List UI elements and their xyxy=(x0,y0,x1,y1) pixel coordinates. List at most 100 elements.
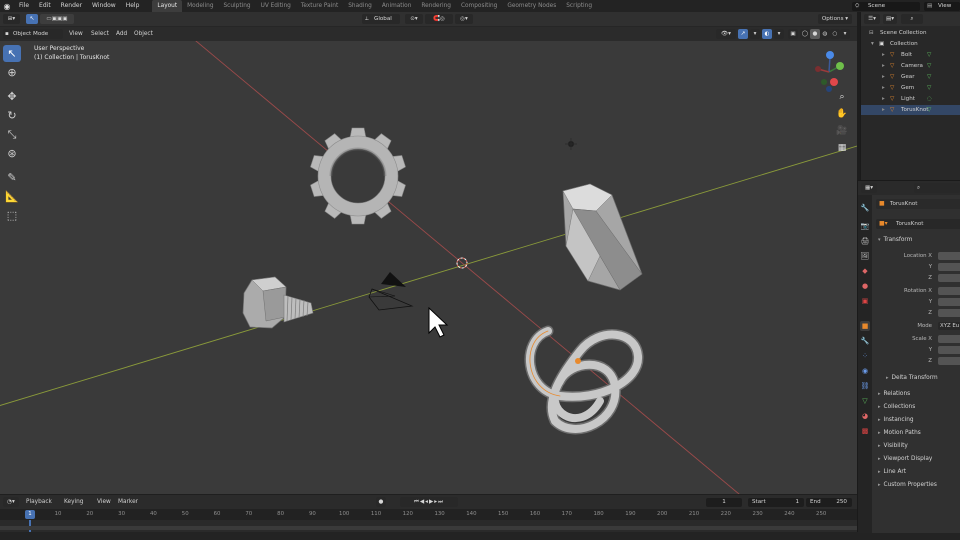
tab-modeling[interactable]: Modeling xyxy=(182,0,218,12)
menu-window[interactable]: Window xyxy=(87,0,121,12)
scale-z-field[interactable] xyxy=(938,357,960,365)
outliner-object-row[interactable]: ▸ ▽ TorusKnot ▽ xyxy=(861,105,960,115)
start-frame-field[interactable]: Start 1 xyxy=(748,498,804,507)
end-frame-field[interactable]: End 250 xyxy=(806,498,852,507)
transform-orientation-dropdown[interactable]: ⟂ Global xyxy=(362,14,400,24)
object-datablock-field[interactable]: ■▾ TorusKnot xyxy=(876,219,960,229)
texture-tab-icon[interactable]: ▩ xyxy=(860,426,870,436)
rotate-tool-icon[interactable]: ↻ xyxy=(3,107,21,124)
menu-timeline-view[interactable]: View xyxy=(97,497,111,507)
zoom-icon[interactable]: ⌕ xyxy=(835,90,849,104)
scene-selector[interactable]: ⛭ Scene xyxy=(852,1,920,11)
modifier-tab-icon[interactable]: 🔧 xyxy=(860,336,870,346)
location-x-field[interactable] xyxy=(938,252,960,260)
object-name-field[interactable]: ■ TorusKnot xyxy=(876,199,960,209)
tab-uv-editing[interactable]: UV Editing xyxy=(256,0,296,12)
tab-rendering[interactable]: Rendering xyxy=(416,0,456,12)
scene-collection-row[interactable]: ⊟ Scene Collection xyxy=(861,28,960,38)
timeline-editor-type-icon[interactable]: ◔▾ xyxy=(3,497,19,507)
select-tool-icon[interactable]: ↖ xyxy=(3,45,21,62)
location-y-field[interactable] xyxy=(938,263,960,271)
tool-tab-icon[interactable]: 🔧 xyxy=(860,203,870,213)
snap-icon[interactable]: 🧲◎ xyxy=(425,14,453,24)
expand-icon[interactable]: ▸ xyxy=(882,72,885,82)
add-cube-tool-icon[interactable]: ⬚ xyxy=(3,207,21,224)
tab-geometry-nodes[interactable]: Geometry Nodes xyxy=(502,0,561,12)
3d-viewport[interactable]: User Perspective (1) Collection | TorusK… xyxy=(0,41,857,494)
overlay-toggle-icon[interactable]: ◐ xyxy=(762,29,772,39)
menu-edit[interactable]: Edit xyxy=(34,0,56,12)
menu-help[interactable]: Help xyxy=(121,0,145,12)
collection-expand-icon[interactable]: ▾ xyxy=(871,39,874,49)
outliner-object-row[interactable]: ▸ ▽ Gem ▽ xyxy=(861,83,960,93)
collection-tab-icon[interactable]: ▣ xyxy=(860,296,870,306)
gem-object[interactable] xyxy=(562,183,643,291)
data-tab-icon[interactable]: ▽ xyxy=(860,396,870,406)
scale-y-field[interactable] xyxy=(938,346,960,354)
pivot-point-icon[interactable]: ⊙▾ xyxy=(405,14,423,24)
timeline-track-area[interactable] xyxy=(0,520,857,532)
property-section-header[interactable]: ▸ Motion Paths xyxy=(878,430,921,436)
camera-view-icon[interactable]: 🎥 xyxy=(835,124,849,138)
rendered-shading-icon[interactable]: ○ xyxy=(830,29,840,39)
menu-file[interactable]: File xyxy=(14,0,34,12)
tab-layout[interactable]: Layout xyxy=(152,0,183,12)
property-section-header[interactable]: ▸ Visibility xyxy=(878,443,908,449)
navigation-gizmo[interactable] xyxy=(804,47,854,97)
property-section-header[interactable]: ▸ Custom Properties xyxy=(878,482,937,488)
expand-icon[interactable]: ▸ xyxy=(882,50,885,60)
perspective-grid-icon[interactable]: ▦ xyxy=(835,141,849,155)
tab-shading[interactable]: Shading xyxy=(343,0,377,12)
particles-tab-icon[interactable]: ⁘ xyxy=(860,351,870,361)
visibility-icon[interactable]: 👁▾ xyxy=(716,29,736,39)
output-tab-icon[interactable]: 🖨 xyxy=(860,236,870,246)
mode-dropdown[interactable]: ▪ Object Mode xyxy=(3,29,63,39)
expand-icon[interactable]: ▸ xyxy=(882,61,885,71)
transform-section-header[interactable]: ▾ Transform xyxy=(878,237,912,243)
menu-add[interactable]: Add xyxy=(116,29,127,39)
transform-tool-icon[interactable]: ⊛ xyxy=(3,145,21,162)
record-icon[interactable]: ● xyxy=(376,497,386,507)
scale-x-field[interactable] xyxy=(938,335,960,343)
physics-tab-icon[interactable]: ◉ xyxy=(860,366,870,376)
view-layer-selector[interactable]: ▤ View xyxy=(924,1,960,11)
property-section-header[interactable]: ▸ Relations xyxy=(878,391,910,397)
gizmo-y-icon[interactable] xyxy=(836,62,844,70)
bolt-object[interactable] xyxy=(242,276,314,329)
gizmo-toggle-icon[interactable]: ↗ xyxy=(738,29,748,39)
wireframe-shading-icon[interactable]: ◯ xyxy=(800,29,810,39)
camera-object[interactable] xyxy=(368,272,414,311)
blender-logo-icon[interactable]: ◉ xyxy=(0,0,14,12)
outliner-object-row[interactable]: ▸ ▽ Bolt ▽ xyxy=(861,50,960,60)
expand-icon[interactable]: ▸ xyxy=(882,105,885,115)
properties-editor-type-icon[interactable]: ▦▾ xyxy=(861,183,877,193)
playback-controls[interactable]: ⏮◀◂▶▸⏭ xyxy=(400,497,458,507)
property-section-header[interactable]: ▸ Collections xyxy=(878,404,915,410)
editor-type-icon[interactable]: ⊞▾ xyxy=(3,14,20,24)
properties-search-icon[interactable]: ⌕ xyxy=(914,183,960,193)
solid-shading-icon[interactable]: ● xyxy=(810,29,820,39)
options-dropdown[interactable]: Options ▾ xyxy=(818,14,852,24)
outliner-editor-type-icon[interactable]: ☰▾ xyxy=(864,14,880,24)
current-frame-field[interactable]: 1 xyxy=(706,498,742,507)
menu-view[interactable]: View xyxy=(69,29,83,39)
collection-row[interactable]: ▾ ▣ Collection xyxy=(861,39,960,49)
rotation-z-field[interactable] xyxy=(938,309,960,317)
constraints-tab-icon[interactable]: ⛓ xyxy=(860,381,870,391)
property-section-header[interactable]: ▸ Line Art xyxy=(878,469,906,475)
timeline-scrollbar[interactable] xyxy=(0,526,857,530)
outliner-display-mode-icon[interactable]: ▤▾ xyxy=(883,14,897,24)
tab-animation[interactable]: Animation xyxy=(377,0,417,12)
overlay-dropdown-icon[interactable]: ▾ xyxy=(774,29,784,39)
outliner-object-row[interactable]: ▸ ▽ Camera ▽ xyxy=(861,61,960,71)
cursor-tool-icon[interactable]: ⊕ xyxy=(3,64,21,81)
gizmo-dropdown-icon[interactable]: ▾ xyxy=(750,29,760,39)
view-layer-tab-icon[interactable]: 🖼 xyxy=(860,251,870,261)
annotate-tool-icon[interactable]: ✎ xyxy=(3,169,21,186)
outliner-object-row[interactable]: ▸ ▽ Gear ▽ xyxy=(861,72,960,82)
tab-scripting[interactable]: Scripting xyxy=(561,0,597,12)
menu-marker[interactable]: Marker xyxy=(118,497,138,507)
tab-compositing[interactable]: Compositing xyxy=(456,0,502,12)
menu-playback[interactable]: Playback xyxy=(26,497,52,507)
gizmo-x-icon[interactable] xyxy=(830,78,838,86)
